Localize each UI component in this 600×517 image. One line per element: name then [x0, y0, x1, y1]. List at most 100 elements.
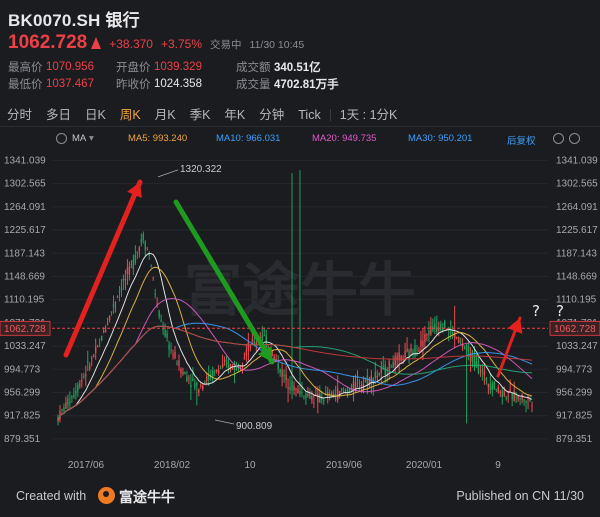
- tab-0[interactable]: 分时: [0, 104, 39, 126]
- candle-body: [247, 341, 250, 351]
- candle-body: [75, 390, 77, 395]
- low-annotation-line: [214, 419, 235, 425]
- high-value: 1070.956: [46, 60, 94, 73]
- candle-body: [251, 339, 254, 342]
- candle-body: [108, 315, 111, 320]
- candle-body: [491, 383, 494, 390]
- tab-8[interactable]: Tick: [291, 104, 327, 126]
- candle-body: [71, 396, 73, 398]
- candle-body: [98, 342, 101, 344]
- y-tick-left: 1110.195: [4, 295, 45, 306]
- candle-body: [122, 278, 125, 281]
- tab-6[interactable]: 年K: [217, 104, 252, 126]
- candle-body: [390, 366, 392, 368]
- y-tick-right: 1225.617: [556, 225, 598, 236]
- candle-body: [65, 402, 67, 409]
- y-tick-left: 1033.247: [4, 341, 46, 352]
- tab-7[interactable]: 分钟: [252, 104, 291, 126]
- candle-body: [404, 351, 406, 358]
- candle-body: [63, 407, 65, 411]
- tab-1[interactable]: 多日: [39, 104, 78, 126]
- info-icon[interactable]: [553, 133, 564, 144]
- created-with-text: Created with: [16, 489, 87, 503]
- candle-body: [168, 344, 170, 350]
- candle-body: [166, 333, 168, 338]
- candle-body: [128, 266, 131, 275]
- stock-title: BK0070.SH 银行: [8, 11, 140, 30]
- candle-body: [100, 335, 103, 341]
- candle-body: [77, 384, 79, 392]
- y-tick-right: 1187.143: [556, 248, 597, 259]
- candle-body: [364, 380, 367, 382]
- question-mark: ?: [556, 302, 564, 320]
- chevron-down-icon[interactable]: ▾: [89, 133, 94, 144]
- prev-close-value: 1024.358: [154, 77, 202, 90]
- y-tick-right: 956.299: [556, 388, 593, 399]
- candle-body: [124, 278, 127, 281]
- candle-body: [118, 291, 121, 293]
- candle-body: [255, 343, 258, 345]
- x-tick: 2020/01: [406, 460, 443, 471]
- y-tick-right: 994.773: [556, 364, 593, 375]
- candle-body: [138, 247, 141, 252]
- tab-3[interactable]: 周K: [113, 104, 148, 126]
- candle-body: [495, 388, 498, 390]
- candle-body: [356, 382, 359, 384]
- candle-body: [297, 389, 299, 394]
- candle-body: [501, 390, 503, 398]
- candle-body: [227, 363, 230, 370]
- candle-body: [436, 326, 438, 332]
- candle-body: [174, 351, 176, 359]
- x-tick: 2019/06: [326, 460, 363, 471]
- y-tick-left: 1341.039: [4, 155, 46, 166]
- candle-body: [219, 368, 222, 370]
- y-tick-left: 879.351: [4, 434, 41, 445]
- candle-body: [243, 357, 246, 359]
- candle-body: [277, 363, 279, 369]
- candle-body: [344, 389, 347, 392]
- candle-body: [334, 394, 337, 396]
- candle-body: [463, 347, 466, 349]
- settings-icon[interactable]: [56, 133, 67, 144]
- candle-body: [305, 393, 307, 399]
- open-label: 开盘价: [116, 61, 151, 74]
- candle-body: [104, 329, 107, 332]
- adjust-button[interactable]: 后复权: [507, 133, 536, 147]
- kline-chart[interactable]: 富途牛牛1341.039 1341.0391302.565 1302.5651264…: [0, 150, 600, 480]
- y-tick-left: 1264.091: [4, 202, 46, 213]
- candle-body: [79, 383, 81, 386]
- ma30-label: MA30: 950.201: [408, 133, 473, 144]
- candle-body: [380, 368, 382, 374]
- candle-body: [116, 296, 119, 298]
- period-tabs: 分时 多日 日K 周K 月K 季K 年K 分钟 Tick 1天 : 1分K: [0, 104, 600, 127]
- y-tick-left: 1187.143: [4, 248, 45, 259]
- candle-body: [499, 391, 501, 393]
- candle-body: [112, 303, 115, 308]
- candle-body: [273, 355, 275, 360]
- amount-label: 成交额: [236, 61, 271, 74]
- candle-body: [67, 398, 69, 406]
- candle-body: [519, 398, 521, 400]
- tab-4[interactable]: 月K: [148, 104, 183, 126]
- tab-5[interactable]: 季K: [183, 104, 218, 126]
- y-tick-left: 917.825: [4, 411, 41, 422]
- current-price-label-left: 1062.728: [4, 324, 46, 335]
- candle-body: [94, 346, 97, 354]
- candle-body: [136, 251, 139, 254]
- candle-body: [352, 381, 355, 391]
- candle-body: [160, 319, 162, 321]
- y-tick-right: 1033.247: [556, 341, 598, 352]
- tab-9[interactable]: 1天 : 1分K: [333, 104, 405, 126]
- tab-2[interactable]: 日K: [78, 104, 113, 126]
- candle-body: [394, 356, 396, 366]
- candle-body: [206, 376, 208, 382]
- candle-body: [509, 389, 511, 392]
- high-label: 最高价: [8, 61, 43, 74]
- help-icon[interactable]: [569, 133, 580, 144]
- candle-body: [202, 385, 204, 390]
- ma-selector[interactable]: MA: [72, 133, 86, 144]
- candle-body: [424, 334, 426, 343]
- y-tick-left: 956.299: [4, 388, 41, 399]
- candle-body: [376, 376, 379, 378]
- candle-body: [523, 399, 525, 402]
